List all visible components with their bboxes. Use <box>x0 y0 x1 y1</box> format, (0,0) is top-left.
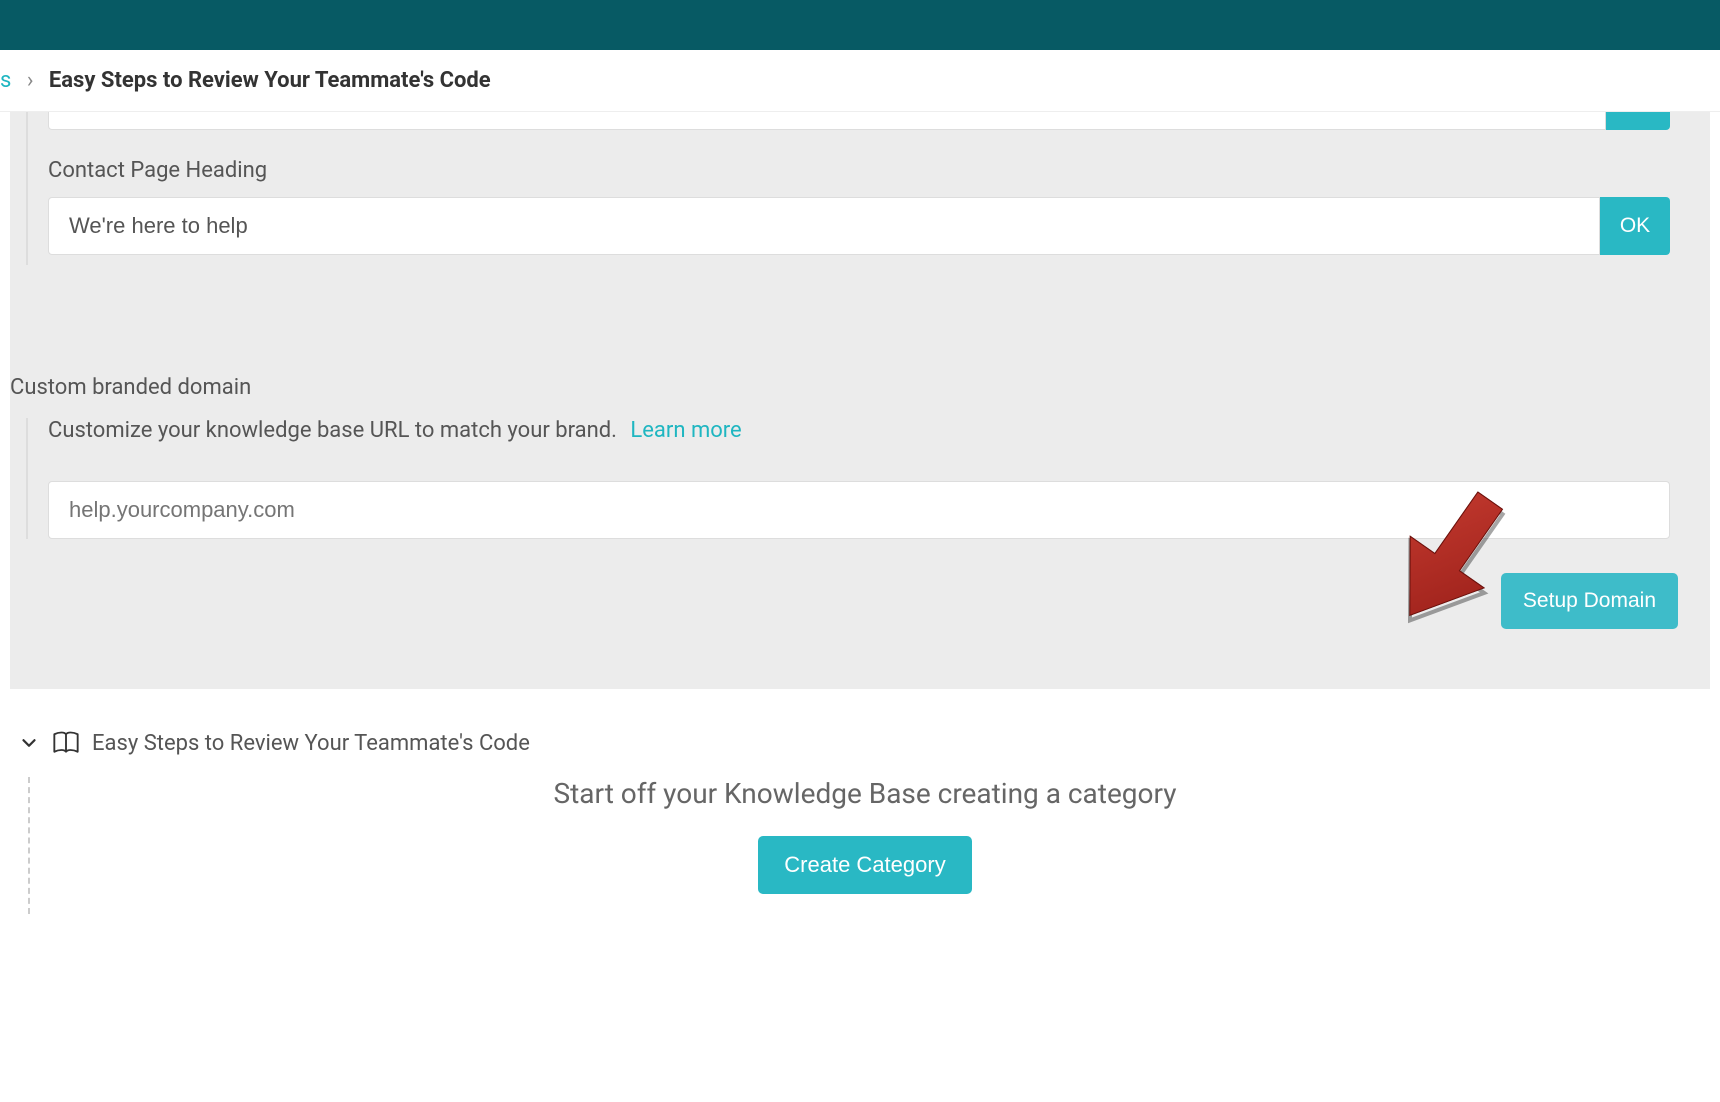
settings-panel: Contact Page Heading OK Custom branded d… <box>10 112 1710 689</box>
kb-header[interactable]: Easy Steps to Review Your Teammate's Cod… <box>18 729 1700 757</box>
top-banner <box>0 0 1720 50</box>
custom-domain-input[interactable] <box>48 481 1670 539</box>
breadcrumb-prev-fragment[interactable]: s <box>0 68 11 93</box>
book-open-icon <box>52 729 80 757</box>
contact-heading-group: Contact Page Heading OK <box>26 112 1680 265</box>
learn-more-link[interactable]: Learn more <box>630 418 741 443</box>
contact-heading-input[interactable] <box>48 197 1600 255</box>
create-category-button[interactable]: Create Category <box>758 836 971 894</box>
breadcrumb-current: Easy Steps to Review Your Teammate's Cod… <box>49 68 491 93</box>
breadcrumb: s › Easy Steps to Review Your Teammate's… <box>0 50 1720 112</box>
kb-title: Easy Steps to Review Your Teammate's Cod… <box>92 731 530 756</box>
truncated-previous-field <box>48 112 1670 130</box>
contact-heading-label: Contact Page Heading <box>48 158 1670 183</box>
custom-domain-description: Customize your knowledge base URL to mat… <box>48 418 1670 443</box>
kb-subtitle: Start off your Knowledge Base creating a… <box>30 777 1700 810</box>
custom-domain-description-text: Customize your knowledge base URL to mat… <box>48 418 617 443</box>
truncated-input[interactable] <box>48 112 1606 130</box>
chevron-down-icon <box>18 732 40 754</box>
custom-domain-title: Custom branded domain <box>10 375 1680 400</box>
breadcrumb-separator: › <box>27 68 34 93</box>
setup-domain-button[interactable]: Setup Domain <box>1501 573 1678 629</box>
ok-button[interactable]: OK <box>1600 197 1670 255</box>
truncated-ok-button[interactable] <box>1606 112 1670 130</box>
custom-domain-group: Customize your knowledge base URL to mat… <box>26 418 1680 539</box>
kb-section: Easy Steps to Review Your Teammate's Cod… <box>0 689 1710 914</box>
